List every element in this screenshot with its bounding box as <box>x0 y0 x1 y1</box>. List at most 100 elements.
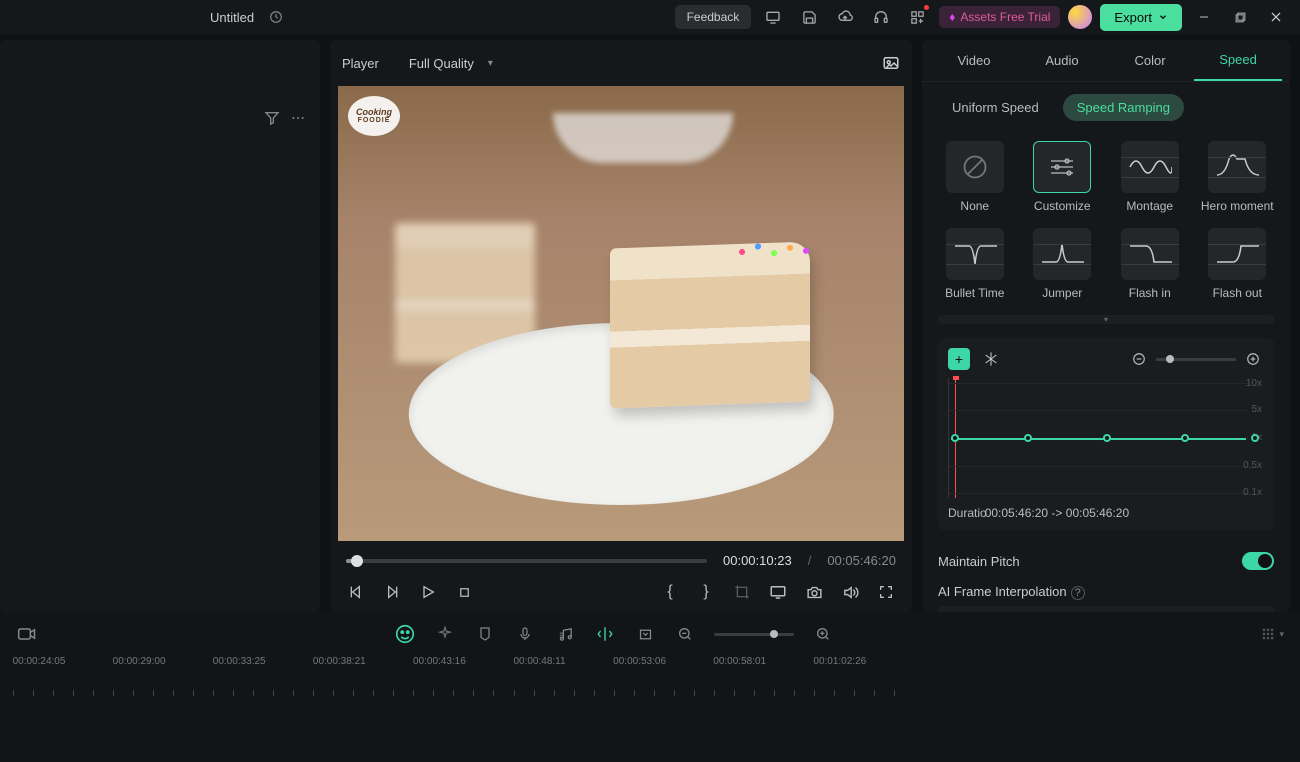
maintain-pitch-label: Maintain Pitch <box>938 554 1020 569</box>
feedback-button[interactable]: Feedback <box>675 5 752 29</box>
crop-tool-icon[interactable] <box>732 582 752 602</box>
history-icon[interactable] <box>262 3 290 31</box>
sparkle-icon[interactable] <box>434 623 456 645</box>
ruler-label: 00:00:29:00 <box>113 656 166 667</box>
preset-bullet-time[interactable]: Bullet Time <box>938 228 1012 301</box>
assets-trial-label: Assets Free Trial <box>960 10 1050 24</box>
save-icon[interactable] <box>795 3 823 31</box>
tab-color[interactable]: Color <box>1106 41 1194 80</box>
expand-presets-button[interactable]: ▾ <box>938 315 1274 324</box>
speed-preset-grid: None Customize Montage Hero moment Bulle… <box>922 133 1290 309</box>
snapshot-icon[interactable] <box>882 54 900 72</box>
ruler-label: 00:00:43:16 <box>413 656 466 667</box>
subtab-uniform-speed[interactable]: Uniform Speed <box>938 94 1053 121</box>
player-label: Player <box>342 56 379 71</box>
ruler-label: 00:00:24:05 <box>13 656 66 667</box>
display-icon[interactable] <box>768 582 788 602</box>
duration-display: Duratio00:05:46:20 -> 00:05:46:20 <box>948 506 1264 520</box>
preset-jumper[interactable]: Jumper <box>1026 228 1100 301</box>
quality-selector[interactable]: Full Quality▾ <box>409 56 493 71</box>
player-seek-bar[interactable] <box>346 559 707 563</box>
ruler-label: 00:00:38:21 <box>313 656 366 667</box>
play-icon[interactable] <box>418 582 438 602</box>
crop-icon[interactable] <box>634 623 656 645</box>
desktop-icon[interactable] <box>759 3 787 31</box>
marker-icon[interactable] <box>474 623 496 645</box>
assets-trial-button[interactable]: ♦Assets Free Trial <box>939 6 1060 28</box>
project-title: Untitled <box>210 10 254 25</box>
ruler-label: 00:00:33:25 <box>213 656 266 667</box>
speed-ramp-graph[interactable]: 10x 5x 1x 0.5x 0.1x <box>948 378 1264 498</box>
preset-customize[interactable]: Customize <box>1026 141 1100 214</box>
preset-flash-in[interactable]: Flash in <box>1113 228 1187 301</box>
ai-mask-icon[interactable] <box>394 623 416 645</box>
add-keyframe-button[interactable]: + <box>948 348 970 370</box>
video-preview[interactable]: CookingFOODIE <box>338 86 904 541</box>
volume-icon[interactable] <box>840 582 860 602</box>
mark-in-icon[interactable]: { <box>660 582 680 602</box>
speed-graph-section: + 10x 5x 1x 0.5x 0.1x <box>938 338 1274 530</box>
media-panel <box>0 40 320 612</box>
music-icon[interactable] <box>554 623 576 645</box>
timeline-view-selector[interactable]: ▾ <box>1261 627 1284 641</box>
player-panel: Player Full Quality▾ CookingFOODIE 00:00… <box>330 40 912 612</box>
filter-icon[interactable] <box>264 110 280 126</box>
quality-value: Full Quality <box>409 56 474 71</box>
current-time: 00:00:10:23 <box>723 553 792 568</box>
zoom-in-button[interactable] <box>1242 348 1264 370</box>
export-button[interactable]: Export <box>1100 4 1182 31</box>
timeline-area: ▾ 00:00:24:0500:00:29:0000:00:33:2500:00… <box>0 612 1300 762</box>
tab-video[interactable]: Video <box>930 41 1018 80</box>
record-icon[interactable] <box>16 623 38 645</box>
prev-frame-icon[interactable] <box>346 582 366 602</box>
tab-audio[interactable]: Audio <box>1018 41 1106 80</box>
maintain-pitch-row: Maintain Pitch <box>922 538 1290 584</box>
timeline-toolbar: ▾ <box>0 612 1300 656</box>
preset-flash-out[interactable]: Flash out <box>1201 228 1275 301</box>
player-header: Player Full Quality▾ <box>330 40 912 86</box>
more-icon[interactable] <box>290 110 306 126</box>
subtab-speed-ramping[interactable]: Speed Ramping <box>1063 94 1184 121</box>
ruler-label: 00:00:58:01 <box>713 656 766 667</box>
player-controls: 00:00:10:23 / 00:05:46:20 { } <box>330 541 912 612</box>
video-watermark: CookingFOODIE <box>348 96 400 136</box>
timeline-ruler[interactable]: 00:00:24:05 00:00:29:00 00:00:33:25 00:00:3… <box>0 656 1300 702</box>
cloud-upload-icon[interactable] <box>831 3 859 31</box>
zoom-out-icon[interactable] <box>674 623 696 645</box>
headphones-icon[interactable] <box>867 3 895 31</box>
camera-icon[interactable] <box>804 582 824 602</box>
zoom-in-icon[interactable] <box>812 623 834 645</box>
ruler-label: 00:00:48:11 <box>513 656 565 667</box>
tab-speed[interactable]: Speed <box>1194 40 1282 81</box>
maximize-icon[interactable] <box>1226 3 1254 31</box>
ruler-label: 00:01:02:26 <box>813 656 866 667</box>
freeze-frame-button[interactable] <box>980 348 1002 370</box>
total-time: 00:05:46:20 <box>827 553 896 568</box>
ai-frame-label: AI Frame Interpolation? <box>938 584 1085 600</box>
titlebar: Untitled Feedback ♦Assets Free Trial Exp… <box>0 0 1300 34</box>
help-icon[interactable]: ? <box>1071 586 1085 600</box>
profile-badge-icon[interactable] <box>1068 5 1092 29</box>
zoom-out-button[interactable] <box>1128 348 1150 370</box>
timeline-zoom-slider[interactable] <box>714 633 794 636</box>
next-frame-icon[interactable] <box>382 582 402 602</box>
split-icon[interactable] <box>594 623 616 645</box>
stop-icon[interactable] <box>454 582 474 602</box>
ruler-label: 00:00:53:06 <box>613 656 666 667</box>
maintain-pitch-toggle[interactable] <box>1242 552 1274 570</box>
preset-none[interactable]: None <box>938 141 1012 214</box>
graph-zoom-slider[interactable] <box>1156 358 1236 361</box>
mic-icon[interactable] <box>514 623 536 645</box>
export-label: Export <box>1114 10 1152 25</box>
apps-icon[interactable] <box>903 3 931 31</box>
properties-panel: Video Audio Color Speed Uniform Speed Sp… <box>922 40 1290 612</box>
time-separator: / <box>808 553 812 568</box>
main-area: Player Full Quality▾ CookingFOODIE 00:00… <box>0 34 1300 612</box>
mark-out-icon[interactable]: } <box>696 582 716 602</box>
properties-tabs: Video Audio Color Speed <box>922 40 1290 82</box>
minimize-icon[interactable] <box>1190 3 1218 31</box>
preset-hero-moment[interactable]: Hero moment <box>1201 141 1275 214</box>
fullscreen-icon[interactable] <box>876 582 896 602</box>
close-icon[interactable] <box>1262 3 1290 31</box>
preset-montage[interactable]: Montage <box>1113 141 1187 214</box>
